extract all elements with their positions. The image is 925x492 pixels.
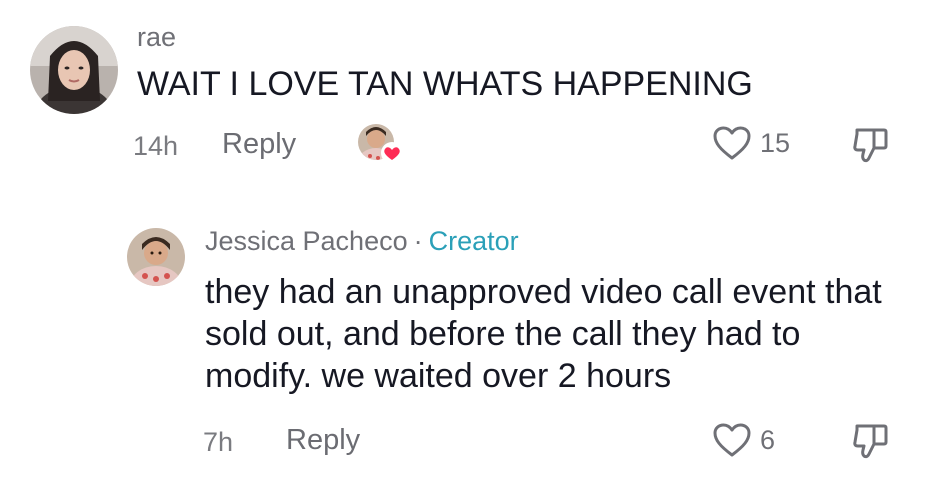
separator-dot: · (413, 226, 423, 256)
reply-username-line: Jessica Pacheco · Creator (205, 226, 519, 257)
heart-badge-icon (381, 142, 403, 164)
dislike-button[interactable] (852, 422, 890, 467)
reply-button[interactable]: Reply (222, 128, 296, 161)
dislike-button[interactable] (852, 126, 890, 171)
reply-text: they had an unapproved video call event … (205, 273, 882, 395)
creator-badge: Creator (428, 226, 519, 256)
like-button[interactable]: 15 (712, 125, 790, 161)
avatar[interactable] (30, 26, 118, 114)
like-count: 6 (760, 424, 776, 455)
comments-panel: rae WAIT I LOVE TAN WHATS HAPPENING 14h … (0, 0, 925, 492)
comment-username[interactable]: rae (137, 22, 176, 53)
reply-button[interactable]: Reply (286, 424, 360, 457)
like-count: 15 (760, 127, 791, 158)
like-button[interactable]: 6 (712, 422, 775, 458)
reply-timestamp: 7h (203, 427, 234, 457)
heart-icon (713, 126, 751, 160)
comment-text: WAIT I LOVE TAN WHATS HAPPENING (137, 65, 753, 103)
thumbs-down-icon (853, 128, 888, 163)
creator-liked-badge (356, 122, 403, 166)
avatar[interactable] (127, 228, 185, 286)
thumbs-down-icon (853, 424, 888, 459)
heart-icon (713, 423, 751, 457)
reply-username[interactable]: Jessica Pacheco (205, 226, 408, 256)
comment-timestamp: 14h (133, 131, 179, 161)
